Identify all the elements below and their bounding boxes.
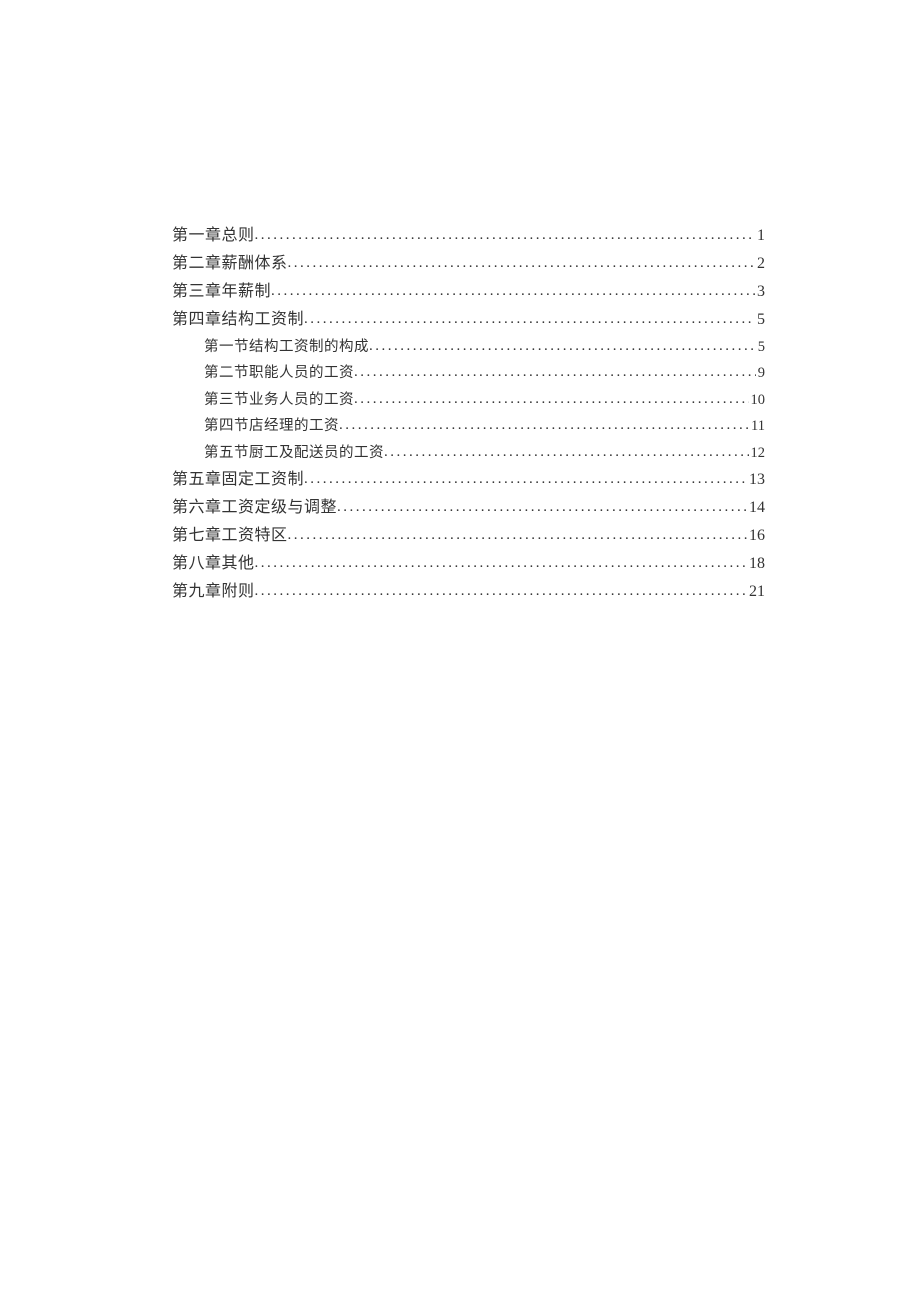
toc-page-number: 5 (756, 335, 765, 360)
document-page: 第一章总则1第二章薪酬体系2第三章年薪制3第四章结构工资制5第一节结构工资制的构… (0, 0, 920, 606)
toc-leader-dots (304, 466, 747, 492)
toc-entry: 第八章其他 18 (172, 550, 765, 578)
toc-title: 第四节店经理的工资 (204, 414, 339, 439)
toc-page-number: 2 (755, 250, 765, 278)
toc-page-number: 5 (755, 306, 765, 334)
toc-title: 第九章附则 (172, 578, 255, 606)
toc-title: 第一节结构工资制的构成 (204, 335, 369, 360)
toc-page-number: 21 (747, 578, 765, 606)
toc-title: 第五章固定工资制 (172, 466, 304, 494)
toc-entry: 第二章薪酬体系 2 (172, 250, 765, 278)
toc-title: 第一章总则 (172, 222, 255, 250)
toc-entry: 第一章总则 1 (172, 222, 765, 250)
toc-entry: 第二节职能人员的工资 9 (172, 360, 765, 386)
toc-page-number: 16 (747, 522, 765, 550)
toc-entry: 第一节结构工资制的构成 5 (172, 334, 765, 360)
toc-title: 第五节厨工及配送员的工资 (204, 441, 384, 466)
toc-page-number: 9 (756, 361, 765, 386)
toc-page-number: 1 (755, 222, 765, 250)
toc-entry: 第七章工资特区 16 (172, 522, 765, 550)
toc-leader-dots (288, 522, 747, 548)
toc-leader-dots (255, 222, 755, 248)
toc-page-number: 11 (749, 414, 765, 439)
toc-page-number: 12 (749, 441, 766, 466)
toc-entry: 第四节店经理的工资 11 (172, 413, 765, 439)
toc-leader-dots (255, 578, 747, 604)
toc-page-number: 13 (747, 466, 765, 494)
toc-entry: 第四章结构工资制 5 (172, 306, 765, 334)
toc-title: 第八章其他 (172, 550, 255, 578)
toc-leader-dots (337, 494, 747, 520)
toc-leader-dots (271, 278, 755, 304)
toc-title: 第三节业务人员的工资 (204, 388, 354, 413)
toc-title: 第六章工资定级与调整 (172, 494, 337, 522)
toc-leader-dots (354, 386, 749, 412)
toc-leader-dots (255, 550, 747, 576)
toc-title: 第四章结构工资制 (172, 306, 304, 334)
toc-entry: 第三节业务人员的工资 10 (172, 387, 765, 413)
toc-page-number: 14 (747, 494, 765, 522)
toc-leader-dots (288, 250, 755, 276)
toc-entry: 第五节厨工及配送员的工资 12 (172, 440, 765, 466)
toc-leader-dots (354, 359, 756, 385)
toc-title: 第二节职能人员的工资 (204, 361, 354, 386)
toc-page-number: 10 (749, 388, 766, 413)
toc-page-number: 18 (747, 550, 765, 578)
toc-leader-dots (369, 333, 756, 359)
toc-title: 第二章薪酬体系 (172, 250, 288, 278)
toc-leader-dots (304, 306, 755, 332)
toc-title: 第三章年薪制 (172, 278, 271, 306)
toc-title: 第七章工资特区 (172, 522, 288, 550)
table-of-contents: 第一章总则1第二章薪酬体系2第三章年薪制3第四章结构工资制5第一节结构工资制的构… (172, 222, 765, 606)
toc-entry: 第九章附则 21 (172, 578, 765, 606)
toc-leader-dots (384, 439, 749, 465)
toc-leader-dots (339, 412, 749, 438)
toc-entry: 第六章工资定级与调整 14 (172, 494, 765, 522)
toc-page-number: 3 (755, 278, 765, 306)
toc-entry: 第三章年薪制 3 (172, 278, 765, 306)
toc-entry: 第五章固定工资制 13 (172, 466, 765, 494)
